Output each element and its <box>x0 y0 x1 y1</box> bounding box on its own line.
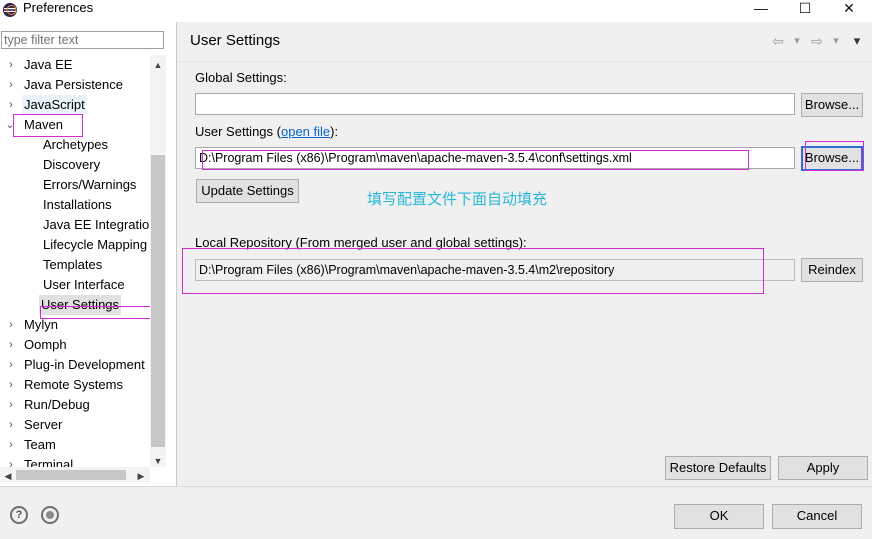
scroll-down-arrow-icon[interactable]: ▼ <box>150 455 166 467</box>
forward-dropdown-icon[interactable]: ▾ <box>829 32 843 50</box>
back-dropdown-icon[interactable]: ▾ <box>790 32 804 50</box>
user-settings-label-text: User Settings ( <box>195 124 281 139</box>
maximize-button[interactable]: ☐ <box>784 0 826 22</box>
global-settings-browse-button[interactable]: Browse... <box>801 93 863 117</box>
maven-highlight-box <box>13 114 83 137</box>
close-button[interactable]: ✕ <box>828 0 870 22</box>
tree-item-label: Errors/Warnings <box>43 177 137 192</box>
tree-item-label: Oomph <box>24 337 67 352</box>
user-settings-highlight-box <box>202 150 749 170</box>
scroll-left-arrow-icon[interactable]: ◀ <box>0 470 16 482</box>
tree-item-label: Java Persistence <box>24 77 123 92</box>
forward-arrow-icon[interactable]: ⇨ <box>808 32 826 50</box>
tree-item-label: Lifecycle Mapping <box>43 237 148 252</box>
tree-item-label: Archetypes <box>43 137 109 152</box>
expand-arrow-icon[interactable]: › <box>5 395 17 415</box>
tree-item-label: Installations <box>43 197 112 212</box>
help-icon[interactable]: ? <box>10 506 28 524</box>
tree-item-label: Plug-in Development <box>24 357 145 372</box>
tree-vertical-scroll-thumb[interactable] <box>151 155 165 447</box>
tree-item-label: Terminal <box>24 457 74 467</box>
expand-arrow-icon[interactable]: › <box>5 435 17 455</box>
apply-button[interactable]: Apply <box>778 456 868 480</box>
annotation-note: 填写配置文件下面自动填充 <box>367 190 548 208</box>
view-menu-icon[interactable]: ▾ <box>849 32 865 50</box>
browse-highlight-box <box>805 141 864 171</box>
pane-divider[interactable] <box>176 22 177 486</box>
record-icon-dot <box>46 511 54 519</box>
header-separator <box>177 61 872 62</box>
tree-item-label: Discovery <box>43 157 101 172</box>
tree-item-label: Team <box>24 437 56 452</box>
tree-horizontal-scroll-thumb[interactable] <box>16 470 126 480</box>
tree-item-label: User Interface <box>43 277 125 292</box>
page-title: User Settings <box>190 32 281 49</box>
expand-arrow-icon[interactable]: › <box>5 415 17 435</box>
ok-button[interactable]: OK <box>674 504 764 529</box>
cancel-button[interactable]: Cancel <box>772 504 862 529</box>
tree-item-label: Java EE Integration <box>43 217 150 232</box>
minimize-button[interactable]: — <box>740 0 782 22</box>
open-file-link[interactable]: open file <box>281 124 330 139</box>
filter-input[interactable] <box>1 31 164 49</box>
local-repository-highlight-box <box>182 248 764 294</box>
update-settings-button[interactable]: Update Settings <box>196 179 299 203</box>
restore-defaults-button[interactable]: Restore Defaults <box>665 456 771 480</box>
eclipse-app-icon <box>3 3 17 17</box>
expand-arrow-icon[interactable]: › <box>5 55 17 75</box>
scroll-up-arrow-icon[interactable]: ▲ <box>150 59 166 71</box>
scroll-right-arrow-icon[interactable]: ▶ <box>133 470 149 482</box>
expand-arrow-icon[interactable]: › <box>5 315 17 335</box>
user-settings-label: User Settings (open file): <box>195 124 338 140</box>
global-settings-label: Global Settings: <box>195 70 287 85</box>
tree-item-label: Java EE <box>24 57 73 72</box>
expand-arrow-icon[interactable]: › <box>5 455 17 467</box>
tree-item-label: Server <box>24 417 63 432</box>
global-settings-field[interactable] <box>195 93 795 115</box>
reindex-button[interactable]: Reindex <box>801 258 863 282</box>
back-arrow-icon[interactable]: ⇦ <box>769 32 787 50</box>
expand-arrow-icon[interactable]: › <box>5 335 17 355</box>
record-icon[interactable] <box>41 506 59 524</box>
tree-item-label: Templates <box>43 257 103 272</box>
expand-arrow-icon[interactable]: › <box>5 95 17 115</box>
window-title: Preferences <box>23 0 94 15</box>
expand-arrow-icon[interactable]: › <box>5 75 17 95</box>
user-settings-label-suffix: ): <box>330 124 339 139</box>
expand-arrow-icon[interactable]: › <box>5 355 17 375</box>
user-settings-highlight-box <box>40 306 156 319</box>
footer-separator <box>0 486 872 487</box>
tree-item-label: Remote Systems <box>24 377 123 392</box>
tree-item-label: JavaScript <box>22 95 87 115</box>
expand-arrow-icon[interactable]: › <box>5 375 17 395</box>
tree-item-label: Run/Debug <box>24 397 90 412</box>
